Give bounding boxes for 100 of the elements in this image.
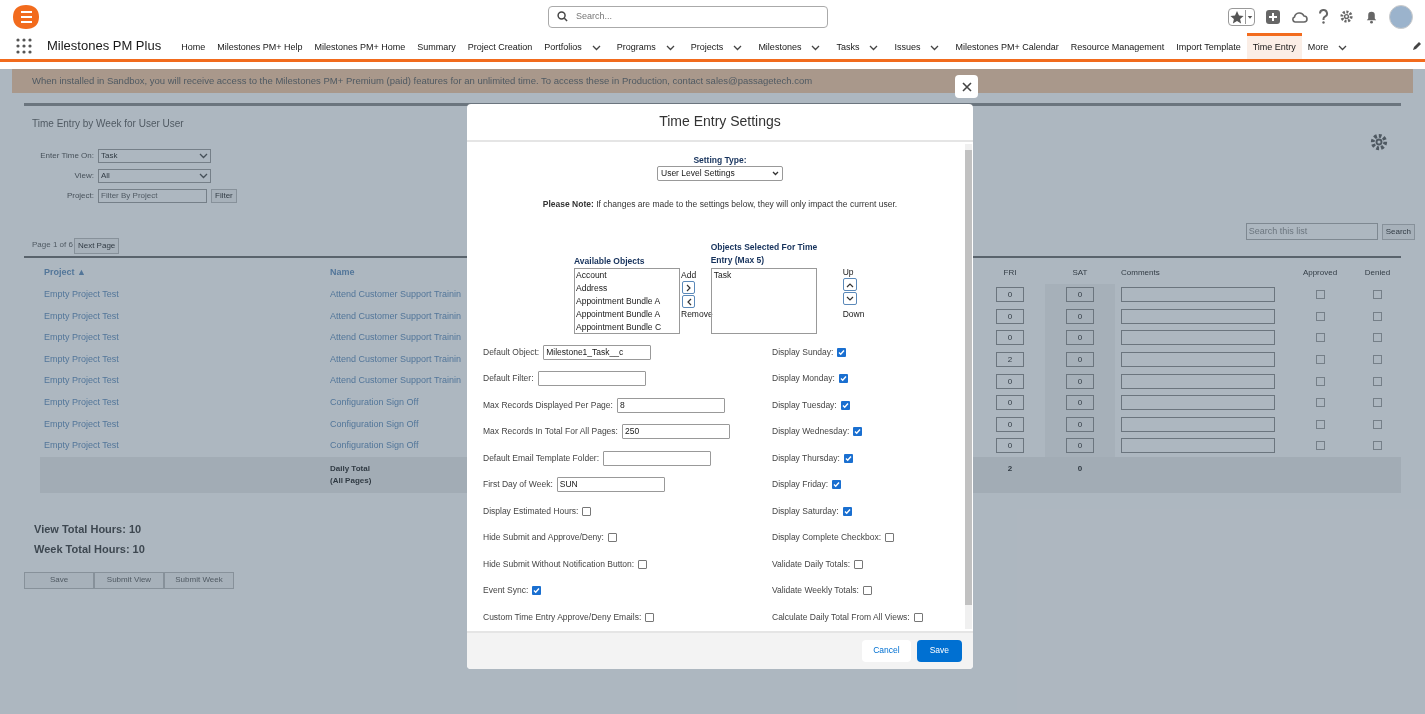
next-page-button[interactable]: Next Page [73,238,120,254]
hours-input[interactable]: 0 [996,308,1024,324]
hours-input[interactable]: 0 [1066,330,1094,346]
checkbox[interactable] [638,559,648,569]
checkbox[interactable] [1373,311,1382,321]
checkbox[interactable] [1373,419,1382,429]
text-input[interactable] [603,450,712,466]
checkbox[interactable] [832,480,842,490]
checkbox[interactable] [1373,376,1382,386]
bell-icon[interactable] [1364,9,1379,24]
nav-tab[interactable]: Import Template [1170,33,1247,59]
checkbox[interactable] [1315,441,1325,451]
checkbox[interactable] [1315,398,1325,408]
page-button[interactable]: Save [24,571,94,589]
column-header[interactable]: Approved [1290,267,1350,279]
checkbox[interactable] [1315,376,1325,386]
checkbox[interactable] [645,612,655,622]
move-up-button[interactable] [842,278,857,292]
checkbox[interactable] [913,612,923,622]
checkbox[interactable] [840,400,850,410]
settings-icon[interactable] [1369,132,1389,152]
comments-input[interactable] [1121,395,1275,411]
nav-tab[interactable]: Summary [411,33,462,59]
hours-input[interactable]: 0 [996,395,1024,411]
checkbox[interactable] [885,533,895,543]
comments-input[interactable] [1121,330,1275,346]
add-button[interactable] [682,281,695,295]
checkbox[interactable] [853,427,863,437]
checkbox[interactable] [1315,311,1325,321]
checkbox[interactable] [854,559,864,569]
move-down-button[interactable] [842,292,857,306]
hours-input[interactable]: 0 [996,287,1024,303]
search-button[interactable]: Search [1381,223,1415,240]
plus-icon[interactable] [1265,8,1281,25]
text-input[interactable]: Milestone1_Task__c [543,344,652,360]
hours-input[interactable]: 0 [1066,416,1094,432]
nav-tab[interactable]: Portfolios [538,33,611,59]
comments-input[interactable] [1121,287,1275,303]
nav-tab[interactable]: Project Creation [461,33,539,59]
dropdown-field[interactable]: Task [98,149,211,163]
hours-input[interactable]: 0 [996,438,1024,454]
text-input[interactable] [537,371,646,387]
text-input[interactable]: SUN [556,477,665,493]
nav-tab[interactable]: Milestones PM+ Calendar [949,33,1065,59]
cancel-button[interactable]: Cancel [862,639,911,662]
favorites-button[interactable] [1228,7,1255,26]
settings-icon[interactable] [1339,9,1354,24]
nav-tab[interactable]: Home [175,33,212,59]
nav-tab[interactable]: Milestones PM+ Help [211,33,309,59]
checkbox[interactable] [843,453,853,463]
app-launcher-icon[interactable] [16,38,32,54]
text-input[interactable]: 250 [621,424,730,440]
checkbox[interactable] [837,347,847,357]
cloud-icon[interactable] [1291,9,1308,24]
dropdown-field[interactable]: All [98,169,211,183]
checkbox[interactable] [1373,290,1382,300]
list-option[interactable]: Task [713,269,814,283]
list-option[interactable]: Appointment Bundle A [576,295,678,309]
hours-input[interactable]: 0 [996,330,1024,346]
checkbox[interactable] [1373,333,1382,343]
nav-tab[interactable]: Programs [610,33,685,59]
nav-tab[interactable]: More [1301,33,1358,59]
hours-input[interactable]: 0 [1066,438,1094,454]
checkbox[interactable] [1373,441,1382,451]
help-icon[interactable] [1318,9,1329,24]
checkbox[interactable] [1373,398,1382,408]
selected-objects-list[interactable]: Task [710,268,817,335]
checkbox[interactable] [842,506,852,516]
list-option[interactable]: Address [576,282,678,296]
hours-input[interactable]: 0 [996,373,1024,389]
hours-input[interactable]: 2 [996,352,1024,368]
hours-input[interactable]: 0 [1066,308,1094,324]
list-option[interactable]: Account [576,269,678,283]
hours-input[interactable]: 0 [996,416,1024,432]
nav-tab[interactable]: Resource Management [1064,33,1171,59]
checkbox[interactable] [1315,419,1325,429]
save-button[interactable]: Save [916,639,962,662]
nav-tab[interactable]: Projects [684,33,753,59]
nav-tab[interactable]: Issues [888,33,950,59]
checkbox[interactable] [1315,290,1325,300]
checkbox[interactable] [1315,355,1325,365]
search-field[interactable]: Search... [548,5,828,28]
setting-type-select[interactable]: User Level Settings [657,166,783,182]
column-header[interactable]: FRI [975,267,1045,279]
checkbox[interactable] [1373,355,1382,365]
nav-tab[interactable]: Milestones [752,33,831,59]
close-button[interactable] [955,75,978,98]
filter-button[interactable]: Filter [211,189,237,203]
pencil-icon[interactable] [1411,40,1423,52]
column-header[interactable]: SAT [1045,267,1115,279]
nav-tab[interactable]: Time Entry [1246,33,1302,59]
comments-input[interactable] [1121,438,1275,454]
filter-input[interactable]: Filter By Project [98,189,207,203]
comments-input[interactable] [1121,352,1275,368]
text-input[interactable]: 8 [616,397,725,413]
available-objects-list[interactable]: Account Address Appointment Bundle A Appointment Bundle A Appointment Bundle C [574,268,680,335]
checkbox[interactable] [582,506,592,516]
hours-input[interactable]: 0 [1066,373,1094,389]
page-button[interactable]: Submit Week [164,571,234,589]
checkbox[interactable] [607,533,617,543]
